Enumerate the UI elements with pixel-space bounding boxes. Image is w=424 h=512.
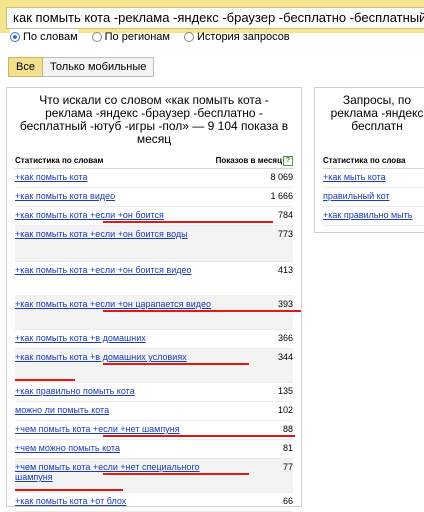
impressions-count: 393: [277, 299, 293, 309]
impressions-count: 344: [277, 352, 293, 362]
table-row: +как помыть кота +в домашних 366: [15, 330, 293, 349]
impressions-count: 81: [282, 443, 293, 453]
phrase-link[interactable]: +как правильно мыть: [323, 210, 424, 220]
impressions-count: 1 666: [270, 191, 293, 201]
impressions-count: 135: [277, 386, 293, 396]
highlight-underline: [103, 435, 295, 437]
mode-label: По регионам: [104, 31, 170, 43]
table-row: правильный кот: [323, 188, 424, 207]
phrase-link[interactable]: +как помыть кота видео: [15, 191, 225, 201]
impressions-count: 773: [277, 229, 293, 239]
mode-label: По словам: [23, 31, 78, 43]
table-row: +чем можно помыть кота 81: [15, 440, 293, 459]
phrase-link[interactable]: +как помыть кота +в домашних: [15, 333, 225, 343]
table-row: +как помыть кота +если +он боится воды 77…: [15, 226, 293, 262]
highlight-underline: [103, 473, 249, 475]
search-mode-group: По словам По регионам История запросов: [10, 29, 304, 45]
impressions-count: 413: [277, 265, 293, 275]
radio-icon: [184, 32, 194, 42]
mode-label: История запросов: [197, 31, 290, 43]
words-panel: Что искали со словом «как помыть кота - …: [6, 87, 302, 512]
table-row: +как правильно помыть кота 135: [15, 383, 293, 402]
phrase-link[interactable]: +как помыть кота +если +он боится видео: [15, 265, 225, 275]
table-row: +как помыть кота видео 1 666: [15, 188, 293, 207]
search-input[interactable]: как помыть кота -реклама -яндекс -браузе…: [6, 7, 424, 29]
phrase-link[interactable]: +чем помыть кота +если +нет шампуня: [15, 424, 225, 434]
table-row: +как помыть кота +если +он боится 784: [15, 207, 293, 226]
table-header: Статистика по словам Показов в месяц?: [15, 156, 293, 169]
table-row: +как помыть кота +если +он царапается ви…: [15, 296, 301, 330]
related-panel: Запросы, по реклама -яндекс бесплатн Ста…: [314, 87, 424, 233]
mode-by-regions[interactable]: По регионам: [91, 29, 170, 45]
mode-by-words[interactable]: По словам: [10, 29, 78, 45]
table-row: +как помыть кота 8 069: [15, 169, 293, 188]
impressions-count: 77: [282, 462, 293, 472]
highlight-underline: [103, 310, 301, 312]
table-row: +как помыть кота +в домашних условиях 344: [15, 349, 293, 383]
impressions-count: 66: [282, 496, 293, 506]
phrase-link[interactable]: можно ли помыть кота: [15, 405, 225, 415]
table-row: +как помыть кота +если +он боится видео 4…: [15, 262, 293, 296]
table-header: Статистика по слова: [323, 156, 424, 169]
highlight-underline: [103, 221, 273, 223]
impressions-count: 8 069: [270, 172, 293, 182]
tab-mobile-only[interactable]: Только мобильные: [42, 57, 155, 77]
column-count: Показов в месяц?: [216, 156, 293, 166]
table-row: +чем помыть кота +если +нет шампуня 88: [15, 421, 295, 440]
phrase-link[interactable]: +как правильно помыть кота: [15, 386, 225, 396]
radio-selected-icon: [10, 32, 20, 42]
phrase-link[interactable]: +как мыть кота: [323, 172, 424, 182]
highlight-underline: [15, 489, 123, 491]
phrase-link[interactable]: +чем можно помыть кота: [15, 443, 225, 453]
table-row: +как мыть кота: [323, 169, 424, 188]
impressions-count: 88: [282, 424, 293, 434]
phrase-link[interactable]: +чем помыть кота +если +нет специального…: [15, 462, 225, 482]
phrase-link[interactable]: +как помыть кота +в домашних условиях: [15, 352, 225, 362]
phrase-link[interactable]: +как помыть кота: [15, 172, 225, 182]
phrase-link[interactable]: +как помыть кота +если +он боится: [15, 210, 225, 220]
panel-title: Запросы, по реклама -яндекс бесплатн: [330, 93, 424, 133]
impressions-count: 102: [277, 405, 293, 415]
highlight-underline: [15, 379, 75, 381]
device-tabs: Все Только мобильные: [8, 57, 155, 77]
phrase-link[interactable]: +как помыть кота +если +он боится воды: [15, 229, 225, 239]
related-table: +как мыть кота правильный кот +как правиль…: [323, 169, 424, 226]
impressions-count: 784: [277, 210, 293, 220]
highlight-underline: [103, 363, 249, 365]
column-count-label: Показов в месяц: [215, 156, 282, 165]
mode-history[interactable]: История запросов: [184, 29, 290, 45]
phrase-link[interactable]: +как помыть кота +если +он царапается ви…: [15, 299, 225, 309]
column-phrase: Статистика по слова: [323, 156, 406, 165]
table-row: +как помыть кота +от блох 66: [15, 493, 293, 512]
table-row: можно ли помыть кота 102: [15, 402, 293, 421]
tab-all[interactable]: Все: [8, 57, 43, 77]
phrase-link[interactable]: правильный кот: [323, 191, 424, 201]
radio-icon: [91, 32, 102, 42]
table-row: +как правильно мыть: [323, 207, 424, 226]
words-table: +как помыть кота 8 069 +как помыть кота ви…: [15, 169, 301, 512]
column-phrase: Статистика по словам: [15, 156, 104, 165]
impressions-count: 366: [277, 333, 293, 343]
phrase-link[interactable]: +как помыть кота +от блох: [15, 496, 225, 506]
help-icon[interactable]: ?: [283, 156, 293, 166]
panel-title: Что искали со словом «как помыть кота - …: [19, 93, 289, 146]
table-row: +чем помыть кота +если +нет специального…: [15, 459, 293, 493]
